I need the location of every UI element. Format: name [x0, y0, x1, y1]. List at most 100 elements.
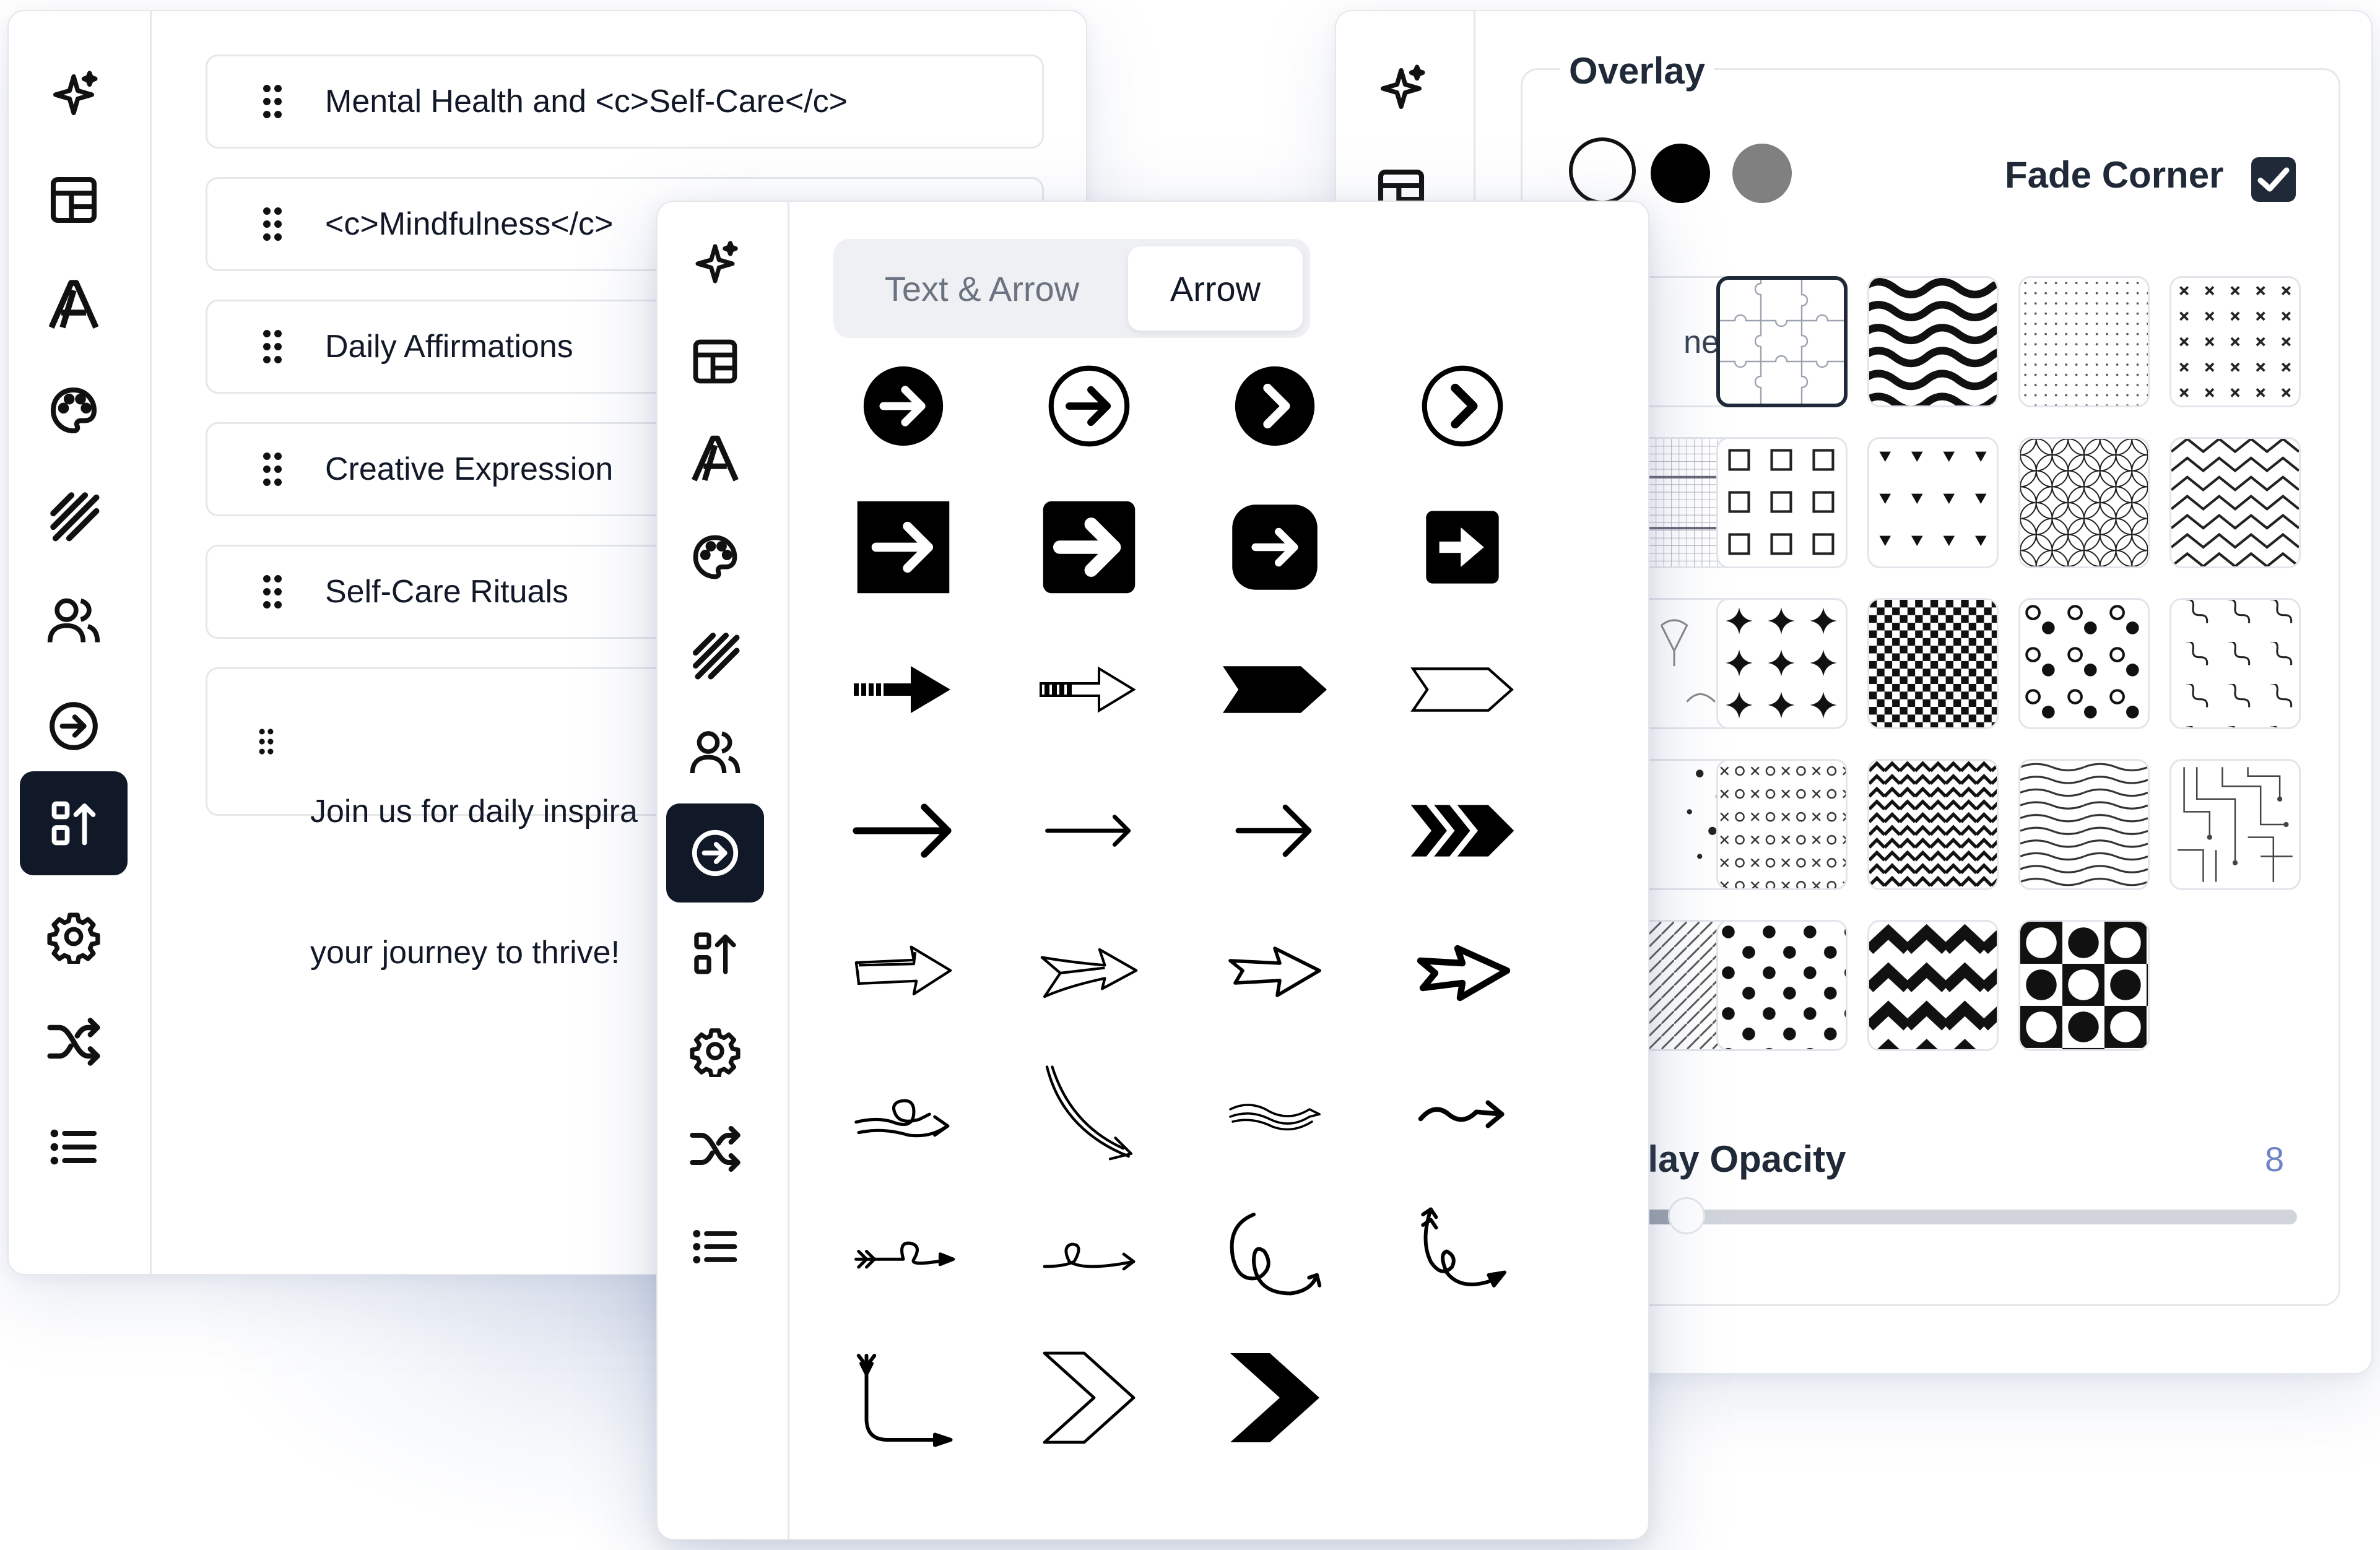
font-icon[interactable]	[666, 420, 764, 499]
drag-handle-icon[interactable]	[262, 329, 283, 365]
filled-rounded-square-arrow[interactable]	[1213, 485, 1337, 609]
sparkle-icon[interactable]	[21, 54, 126, 135]
sparkle-icon[interactable]	[666, 224, 764, 303]
curved-down-arrow[interactable]	[1027, 1052, 1151, 1176]
fletched-spiral-arrow[interactable]	[1401, 1195, 1524, 1318]
triple-chevron-arrow[interactable]	[1401, 769, 1524, 893]
sparkle-icon[interactable]	[1349, 48, 1454, 129]
pattern-stars[interactable]	[1716, 598, 1848, 729]
swatch-white[interactable]	[1569, 137, 1636, 204]
swatch-gray[interactable]	[1732, 144, 1792, 203]
layout-icon[interactable]	[21, 160, 126, 240]
filled-tag-arrow[interactable]	[1213, 628, 1337, 751]
corner-elbow-arrow[interactable]	[841, 1336, 965, 1460]
card-title[interactable]: Creative Expression	[325, 451, 613, 488]
pattern-dot-pairs[interactable]	[2018, 598, 2150, 729]
spiral-arrow[interactable]	[1213, 1195, 1337, 1318]
card-body-line: Join us for daily inspira	[310, 794, 638, 829]
tab-text-arrow[interactable]: Text & Arrow	[841, 246, 1123, 331]
middle-icon-rail	[658, 202, 789, 1539]
left-icon-rail	[9, 11, 152, 1274]
gear-icon[interactable]	[21, 896, 126, 977]
drag-handle-icon[interactable]	[262, 206, 283, 242]
outline-tag-arrow[interactable]	[1401, 628, 1524, 751]
dashed-tail-filled-arrow[interactable]	[841, 628, 965, 751]
pattern-wavy-lines[interactable]	[2018, 759, 2150, 890]
overlay-label: Overlay	[1560, 50, 1714, 92]
wavy-outline-arrow[interactable]	[1213, 1052, 1337, 1176]
filled-circle-chevron[interactable]	[1213, 344, 1337, 468]
shuffle-icon[interactable]	[666, 1109, 764, 1188]
fade-corner-checkbox[interactable]	[2251, 157, 2296, 202]
squiggle-arrow[interactable]	[1401, 1052, 1524, 1176]
filled-chevron[interactable]	[1213, 1336, 1337, 1460]
pattern-puzzle[interactable]	[1716, 276, 1848, 407]
card-title[interactable]: Daily Affirmations	[325, 328, 573, 365]
drag-handle-icon[interactable]	[262, 451, 283, 487]
pattern-circuit[interactable]	[2169, 759, 2301, 890]
sort-icon[interactable]	[666, 914, 764, 993]
filled-square-arrow[interactable]	[841, 485, 965, 609]
pattern-zigzag-bold[interactable]	[1867, 759, 1999, 890]
palette-icon[interactable]	[21, 370, 126, 451]
arrow-circle-icon[interactable]	[21, 686, 126, 766]
drag-handle-icon[interactable]	[262, 574, 283, 610]
tab-arrow[interactable]: Arrow	[1128, 246, 1303, 331]
card-title[interactable]: <c>Mindfulness</c>	[325, 206, 613, 243]
hatch-pattern-icon[interactable]	[666, 615, 764, 695]
sort-icon[interactable]	[20, 771, 128, 875]
font-icon[interactable]	[21, 265, 126, 345]
dashed-tail-outline-arrow[interactable]	[1027, 628, 1151, 751]
outline-circle-arrow[interactable]	[1027, 344, 1151, 468]
arrow-circle-icon[interactable]	[666, 803, 764, 903]
pattern-squiggles[interactable]	[2169, 598, 2301, 729]
pattern-zigzag-heavy[interactable]	[1867, 920, 1999, 1051]
sketch-outline-arrow[interactable]	[1213, 911, 1337, 1035]
hatch-pattern-icon[interactable]	[21, 475, 126, 556]
pattern-zigzag-fine[interactable]	[2169, 437, 2301, 568]
filled-rounded-square-arrow-bold[interactable]	[1027, 485, 1151, 609]
pattern-x-marks[interactable]	[2169, 276, 2301, 407]
gear-icon[interactable]	[666, 1011, 764, 1091]
card-body[interactable]: Join us for daily inspira your journey t…	[310, 694, 638, 1070]
palette-icon[interactable]	[666, 517, 764, 597]
list-icon[interactable]	[21, 1107, 126, 1187]
pattern-waves[interactable]	[1867, 276, 1999, 407]
filled-circle-arrow[interactable]	[841, 344, 965, 468]
drag-handle-icon[interactable]	[258, 727, 274, 756]
card-title[interactable]: Mental Health and <c>Self-Care</c>	[325, 83, 848, 120]
pattern-dots-fine[interactable]	[2018, 276, 2150, 407]
drag-handle-icon[interactable]	[262, 84, 283, 119]
loop-swirl-arrow[interactable]	[841, 1052, 965, 1176]
pattern-checkerboard[interactable]	[1867, 598, 1999, 729]
bold-line-arrow[interactable]	[841, 769, 965, 893]
text-card[interactable]: Mental Health and <c>Self-Care</c>	[206, 54, 1044, 149]
opacity-slider-track[interactable]	[1633, 1197, 2297, 1234]
layout-icon[interactable]	[666, 322, 764, 401]
pattern-polka-dots[interactable]	[1716, 920, 1848, 1051]
arrow-picker-panel: Text & Arrow Arrow	[656, 201, 1649, 1540]
pattern-x-o[interactable]	[1716, 759, 1848, 890]
pattern-circle-check[interactable]	[2018, 920, 2150, 1051]
sketch-feather-arrow[interactable]	[1027, 911, 1151, 1035]
users-icon[interactable]	[666, 713, 764, 792]
card-title[interactable]: Self-Care Rituals	[325, 573, 568, 610]
swatch-black[interactable]	[1651, 144, 1710, 203]
sketch-outline-block-arrow[interactable]	[841, 911, 965, 1035]
outline-chevron[interactable]	[1027, 1336, 1151, 1460]
list-icon[interactable]	[666, 1207, 764, 1286]
pattern-squares[interactable]	[1716, 437, 1848, 568]
opacity-slider-thumb[interactable]	[1667, 1197, 1705, 1234]
filled-small-square-arrow[interactable]	[1401, 485, 1524, 609]
pattern-triangles[interactable]	[1867, 437, 1999, 568]
fletched-loop-arrow[interactable]	[841, 1195, 965, 1318]
thin-line-arrow[interactable]	[1027, 769, 1151, 893]
check-icon	[2257, 167, 2290, 192]
pattern-circle-lattice[interactable]	[2018, 437, 2150, 568]
sketch-bold-outline-arrow[interactable]	[1401, 911, 1524, 1035]
shuffle-icon[interactable]	[21, 1002, 126, 1082]
users-icon[interactable]	[21, 581, 126, 661]
medium-line-arrow[interactable]	[1213, 769, 1337, 893]
single-loop-arrow[interactable]	[1027, 1195, 1151, 1318]
outline-circle-chevron[interactable]	[1401, 344, 1524, 468]
